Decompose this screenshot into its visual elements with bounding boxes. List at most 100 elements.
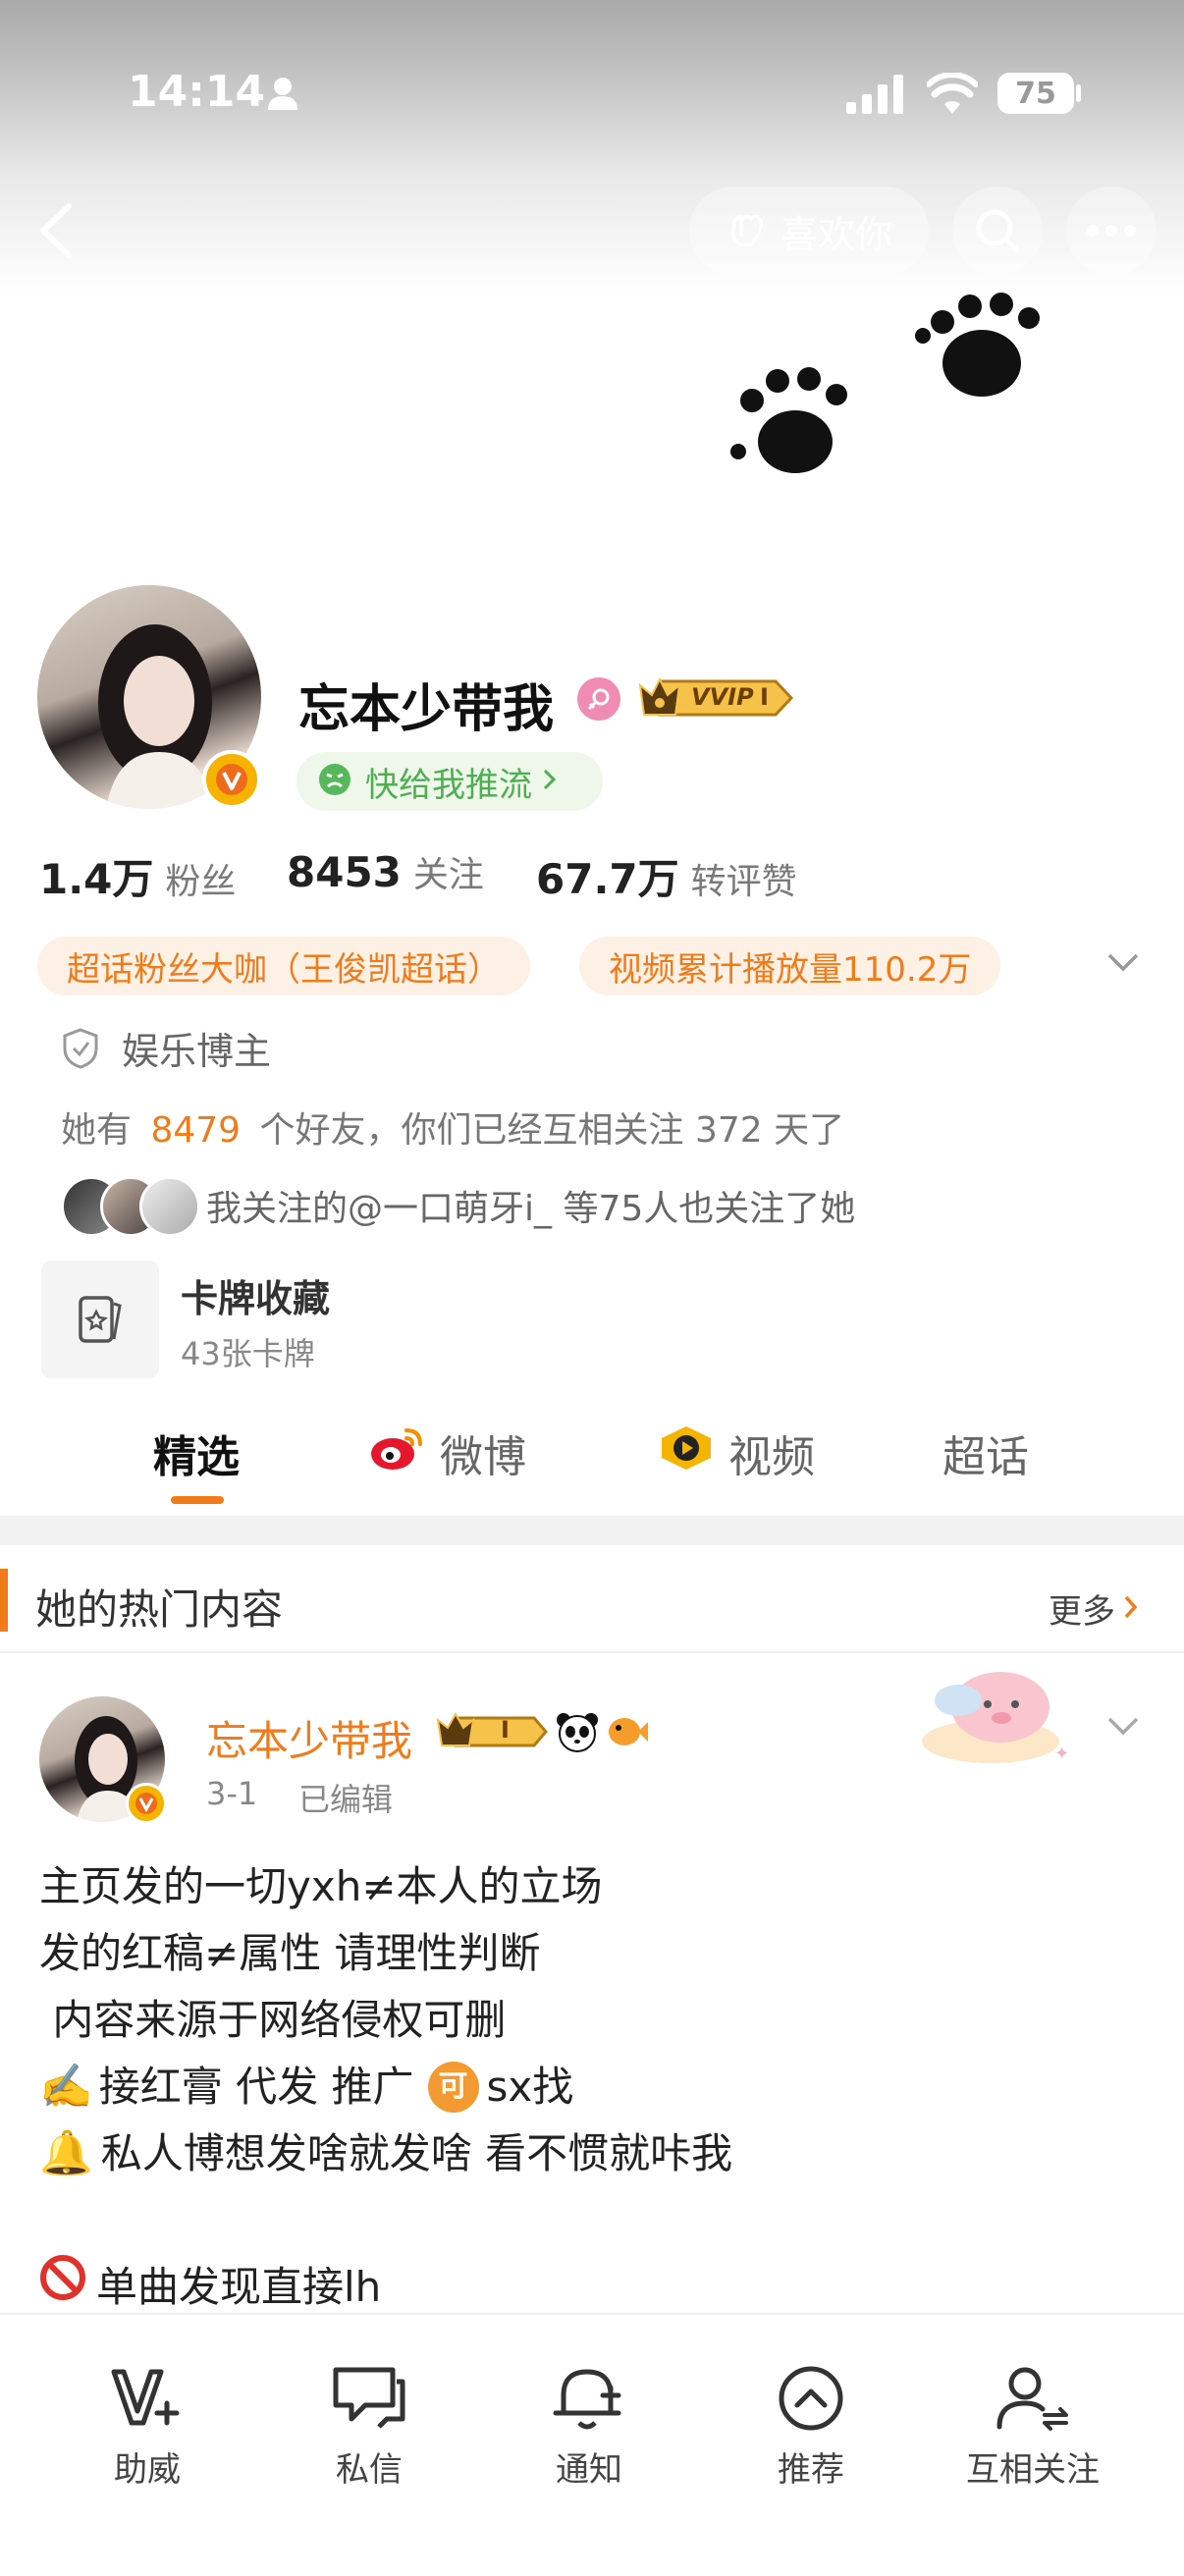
shield-check-icon xyxy=(61,1027,100,1074)
post-date: 3-1 xyxy=(206,1775,258,1812)
nav-recommend-label: 推荐 xyxy=(778,2450,844,2490)
tab-video[interactable]: 视频 xyxy=(658,1422,815,1484)
post-body[interactable]: 主页发的一切yxh≠本人的立场 发的红稿≠属性 请理性判断 内容来源于网络侵权可… xyxy=(39,1853,1139,2321)
push-label: 快给我推流 xyxy=(365,765,532,805)
tab-featured[interactable]: 精选 xyxy=(153,1422,240,1484)
mutual-avatar xyxy=(139,1176,200,1237)
stat-followers[interactable]: 1.4万 粉丝 xyxy=(39,846,236,906)
chevron-right-icon xyxy=(542,768,558,795)
female-gender-icon xyxy=(577,677,620,721)
post-line-prohibited: 单曲发现直接lh xyxy=(39,2254,1139,2321)
battery-indicator: 75 xyxy=(997,73,1074,114)
tab-video-label: 视频 xyxy=(728,1432,815,1482)
more-dots-icon xyxy=(1087,225,1136,237)
card-icon xyxy=(79,1296,122,1343)
nav-notify-label: 通知 xyxy=(556,2450,622,2490)
friends-prefix: 她有 xyxy=(61,1110,133,1151)
stat-interactions[interactable]: 67.7万 转评赞 xyxy=(536,846,797,906)
post-vip-badge: I xyxy=(436,1710,550,1753)
followers-label: 粉丝 xyxy=(165,862,237,902)
post-line: 内容来源于网络侵权可删 xyxy=(39,1996,507,2044)
nav-cheer-label: 助威 xyxy=(114,2450,181,2490)
back-button[interactable] xyxy=(29,196,88,265)
post-line-text: 私人博想发啥就发啥 看不惯就咔我 xyxy=(100,2129,733,2177)
super-topic-fan-tag[interactable]: 超话粉丝大咖（王俊凯超话） xyxy=(37,937,530,995)
expand-chevron-icon[interactable] xyxy=(1105,950,1141,978)
post-line: 发的红稿≠属性 请理性判断 xyxy=(39,1929,541,1977)
hot-section-title: 她的热门内容 xyxy=(35,1585,284,1634)
section-divider xyxy=(0,1516,1184,1545)
post-line-text: 单曲发现直接lh xyxy=(96,2263,382,2311)
card-icon-box xyxy=(41,1261,159,1378)
push-traffic-button[interactable]: 快给我推流 xyxy=(296,752,603,811)
ke-char: 可 xyxy=(438,2069,468,2104)
nav-messages[interactable]: 私信 xyxy=(281,2364,457,2491)
friends-count[interactable]: 8479 xyxy=(150,1110,241,1151)
prohibited-icon xyxy=(39,2254,86,2321)
post-author-name[interactable]: 忘本少带我 xyxy=(206,1708,412,1768)
bell-plus-icon xyxy=(553,2369,621,2430)
video-plays-tag[interactable]: 视频累计播放量110.2万 xyxy=(579,937,1001,995)
bell-icon: 🔔 xyxy=(39,2128,93,2178)
nav-mutual-follow[interactable]: 互相关注 xyxy=(944,2364,1121,2491)
nav-mutual-follow-label: 互相关注 xyxy=(966,2450,1100,2490)
hand-heart-icon xyxy=(726,207,769,254)
video-play-icon xyxy=(658,1424,715,1482)
fish-icon xyxy=(605,1712,648,1755)
stat-following[interactable]: 8453 关注 xyxy=(287,846,484,897)
svg-text:✦: ✦ xyxy=(1054,1744,1069,1764)
bottom-nav: 助威 私信 通知 推荐 互相关注 xyxy=(0,2313,1184,2576)
followers-count: 1.4万 xyxy=(39,855,154,903)
verified-badge-icon xyxy=(202,750,261,809)
person-icon xyxy=(267,77,298,114)
nav-notify[interactable]: 通知 xyxy=(501,2364,677,2491)
chevron-right-icon xyxy=(1123,1593,1139,1625)
nav-recommend[interactable]: 推荐 xyxy=(723,2364,899,2491)
post-menu-chevron-icon[interactable] xyxy=(1105,1714,1141,1742)
post-edited-label: 已编辑 xyxy=(298,1781,394,1818)
mutual-follow-icon xyxy=(996,2367,1068,2431)
more-button[interactable] xyxy=(1066,187,1157,275)
post-line-text: 接红膏 代发 推广 xyxy=(98,2063,414,2111)
hot-section-accent xyxy=(0,1569,8,1632)
pig-cloud-decoration: ✦ xyxy=(907,1653,1074,1775)
mutual-follow-text[interactable]: 我关注的@一口萌牙i_ 等75人也关注了她 xyxy=(206,1180,855,1231)
hot-section-more[interactable]: 更多 xyxy=(1049,1584,1139,1633)
nav-messages-label: 私信 xyxy=(336,2450,403,2490)
card-collection-title: 卡牌收藏 xyxy=(181,1277,331,1320)
profile-name: 忘本少带我 xyxy=(298,680,555,739)
chat-bubble-icon xyxy=(333,2367,405,2429)
like-button[interactable]: 喜欢你 xyxy=(689,187,929,275)
chevron-up-circle-icon xyxy=(779,2366,843,2431)
post-badge-level: I xyxy=(501,1716,510,1744)
status-time: 14:14 xyxy=(128,67,266,117)
interactions-label: 转评赞 xyxy=(690,862,797,902)
nav-cheer[interactable]: 助威 xyxy=(59,2364,236,2491)
search-icon xyxy=(976,209,1020,253)
cheer-v-icon xyxy=(111,2369,180,2426)
search-button[interactable] xyxy=(952,187,1043,275)
post-line: 主页发的一切yxh≠本人的立场 xyxy=(39,1862,603,1910)
friends-suffix: 个好友，你们已经互相关注 372 天了 xyxy=(259,1110,845,1151)
card-collection[interactable]: 卡牌收藏 43张卡牌 xyxy=(41,1261,630,1378)
more-label: 更多 xyxy=(1049,1592,1115,1632)
post-line-writing: ✍️ 接红膏 代发 推广 可 sx找 xyxy=(39,2054,1139,2120)
weibo-logo-icon xyxy=(369,1424,426,1482)
battery-level: 75 xyxy=(1015,76,1056,111)
friends-info: 她有 8479 个好友，你们已经互相关注 372 天了 xyxy=(61,1101,844,1153)
mutual-avatars[interactable] xyxy=(61,1176,200,1237)
wifi-icon xyxy=(926,72,979,118)
ke-circle-icon: 可 xyxy=(427,2062,479,2113)
panda-icon xyxy=(556,1710,599,1757)
vvip-badge[interactable]: VVIP I xyxy=(638,673,795,723)
battery-cap xyxy=(1076,84,1081,102)
tab-active-indicator xyxy=(171,1496,224,1504)
vvip-label: VVIP xyxy=(691,683,754,711)
signal-icon xyxy=(846,75,903,118)
interactions-count: 67.7万 xyxy=(536,855,679,903)
tab-weibo[interactable]: 微博 xyxy=(369,1422,526,1484)
paw-prints-decoration xyxy=(717,285,1050,495)
tab-super-topic[interactable]: 超话 xyxy=(942,1422,1029,1484)
tab-featured-label: 精选 xyxy=(153,1432,240,1482)
